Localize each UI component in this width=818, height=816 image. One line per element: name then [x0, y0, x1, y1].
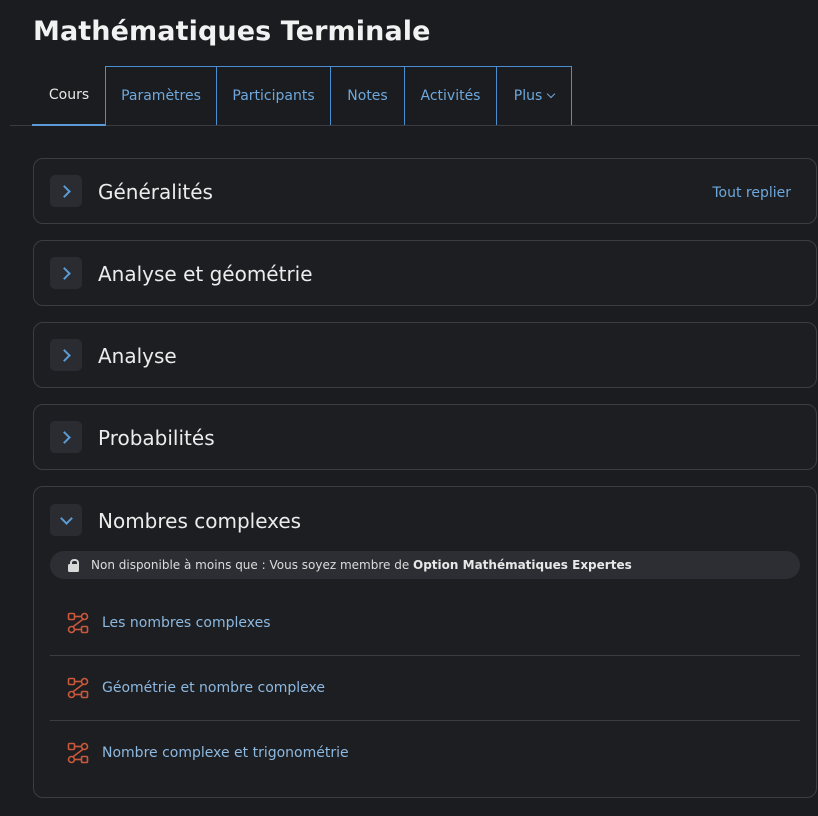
course-title: Mathématiques Terminale: [33, 16, 431, 47]
course-section-probabilites: Probabilités: [33, 404, 817, 470]
activity-link[interactable]: Géométrie et nombre complexe: [102, 680, 325, 696]
course-section-analyse: Analyse: [33, 322, 817, 388]
section-expand-button[interactable]: [50, 421, 82, 453]
section-title[interactable]: Généralités: [98, 180, 213, 204]
section-collapse-button[interactable]: [50, 504, 82, 536]
chevron-down-icon: [547, 89, 556, 99]
section-title[interactable]: Analyse: [98, 344, 177, 368]
course-section-analyse-geometrie: Analyse et géométrie: [33, 240, 817, 306]
tab-cours[interactable]: Cours: [32, 66, 106, 126]
course-page: Mathématiques Terminale Cours Paramètres…: [0, 0, 818, 816]
section-title[interactable]: Nombres complexes: [98, 509, 301, 533]
access-restriction-notice: Non disponible à moins que : Vous soyez …: [50, 551, 800, 579]
tab-label: Cours: [48, 87, 90, 103]
tab-activites[interactable]: Activités: [404, 66, 497, 125]
course-section-nombres-complexes: Nombres complexes Non disponible à moins…: [33, 486, 817, 798]
tab-label: Activités: [420, 88, 481, 104]
tab-label: Notes: [347, 88, 388, 104]
section-title[interactable]: Analyse et géométrie: [98, 262, 313, 286]
lock-icon: [68, 558, 79, 572]
chevron-right-icon: [58, 184, 71, 198]
course-tabs: Cours Paramètres Participants Notes Acti…: [10, 66, 818, 126]
tab-participants[interactable]: Participants: [216, 66, 331, 125]
tab-label: Plus: [513, 88, 543, 104]
tab-parametres[interactable]: Paramètres: [105, 66, 217, 125]
lesson-flow-icon: [67, 612, 89, 634]
chevron-right-icon: [58, 430, 71, 444]
chevron-right-icon: [58, 266, 71, 280]
tab-plus-menu[interactable]: Plus: [496, 66, 572, 125]
activity-link[interactable]: Les nombres complexes: [102, 615, 271, 631]
activity-item: Géométrie et nombre complexe: [50, 655, 800, 719]
tab-notes[interactable]: Notes: [330, 66, 405, 125]
lesson-flow-icon: [67, 742, 89, 763]
chevron-right-icon: [58, 348, 71, 362]
course-section-generalites: Généralités Tout replier: [33, 158, 817, 224]
restriction-group: Option Mathématiques Expertes: [413, 558, 632, 572]
activity-link[interactable]: Nombre complexe et trigonométrie: [102, 745, 349, 761]
section-title[interactable]: Probabilités: [98, 426, 215, 450]
tab-label: Paramètres: [121, 88, 201, 104]
lesson-flow-icon: [67, 677, 89, 698]
section-expand-button[interactable]: [50, 257, 82, 289]
restriction-text: Non disponible à moins que : Vous soyez …: [91, 558, 632, 572]
tab-label: Participants: [232, 88, 315, 104]
section-expand-button[interactable]: [50, 175, 82, 207]
activity-item: Nombre complexe et trigonométrie: [50, 720, 800, 784]
collapse-all-link[interactable]: Tout replier: [712, 185, 791, 201]
activity-item: Les nombres complexes: [50, 591, 800, 655]
chevron-down-icon: [59, 511, 73, 525]
section-expand-button[interactable]: [50, 339, 82, 371]
